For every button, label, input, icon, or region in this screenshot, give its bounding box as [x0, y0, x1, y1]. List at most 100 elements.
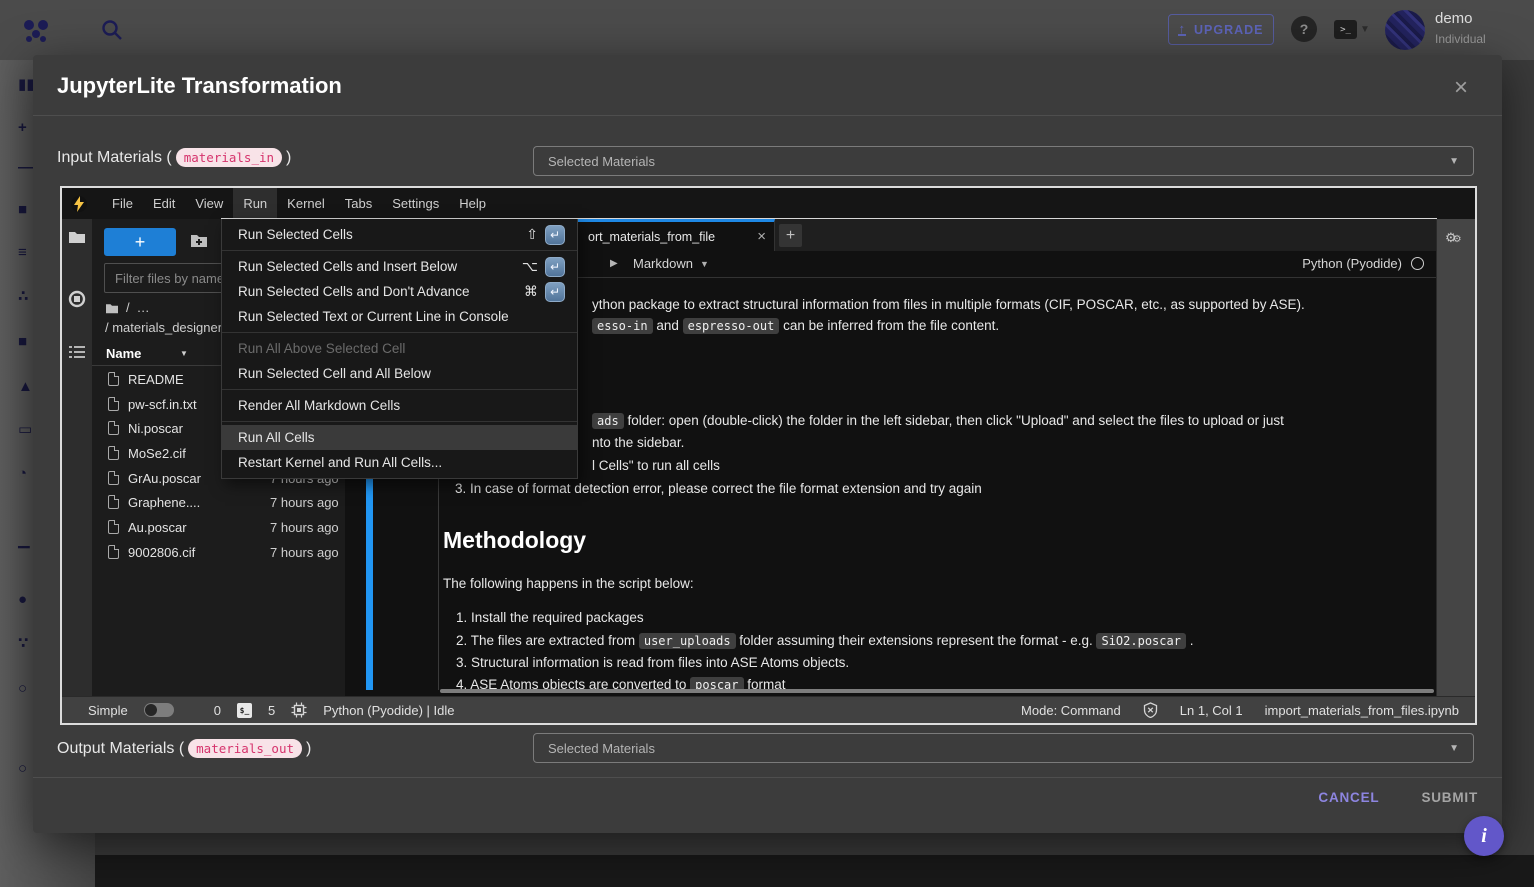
- kernel-status-icon: [1411, 257, 1424, 270]
- terminal-icon: >_: [1334, 20, 1357, 39]
- table-of-contents-icon[interactable]: [68, 343, 86, 361]
- menu-item-run-selected-cells[interactable]: Run Selected Cells ⇧↵: [222, 222, 577, 247]
- menu-edit[interactable]: Edit: [143, 188, 185, 219]
- menu-tabs[interactable]: Tabs: [335, 188, 382, 219]
- md-text: ads folder: open (double-click) the fold…: [592, 411, 1284, 431]
- file-row[interactable]: Graphene....7 hours ago: [92, 490, 345, 514]
- upload-icon: ↑: [1178, 23, 1186, 36]
- jupyter-activity-bar: [62, 219, 92, 696]
- menu-item-restart-and-run-all[interactable]: Restart Kernel and Run All Cells...: [222, 450, 577, 475]
- enter-key-icon: ↵: [545, 225, 565, 245]
- shift-icon: ⇧: [526, 226, 538, 243]
- menu-settings[interactable]: Settings: [382, 188, 449, 219]
- paren: ): [306, 740, 311, 758]
- paren: ): [286, 149, 291, 167]
- breadcrumb-root[interactable]: /: [126, 300, 130, 315]
- property-inspector-icon[interactable]: ⚙⚙: [1445, 229, 1462, 247]
- new-launcher-button[interactable]: +: [104, 228, 176, 256]
- inline-code: espresso-out: [683, 318, 780, 334]
- cursor-position[interactable]: Ln 1, Col 1: [1180, 703, 1243, 718]
- inline-code: user_uploads: [639, 633, 736, 649]
- file-icon: [108, 421, 119, 435]
- breadcrumb-ellipsis[interactable]: …: [137, 300, 150, 315]
- terminal-count[interactable]: 5: [268, 703, 275, 718]
- materials-in-chip: materials_in: [176, 148, 282, 167]
- avatar[interactable]: [1385, 10, 1425, 50]
- menu-separator: [222, 421, 577, 422]
- breadcrumb[interactable]: / …: [105, 300, 150, 315]
- md-text: The following happens in the script belo…: [443, 574, 694, 594]
- inline-code: ads: [592, 413, 624, 429]
- cancel-button[interactable]: CANCEL: [1318, 790, 1379, 805]
- md-list-item: 3. In case of format detection error, pl…: [455, 479, 982, 499]
- cell-type-dropdown[interactable]: Markdown ▼: [633, 256, 709, 271]
- folder-icon: [105, 302, 119, 314]
- select-placeholder: Selected Materials: [548, 154, 655, 169]
- file-icon: [108, 397, 119, 411]
- md-list-item: 1. Install the required packages: [456, 608, 644, 628]
- file-icon: [108, 471, 119, 485]
- inline-code: SiO2.poscar: [1096, 633, 1185, 649]
- md-text: l Cells" to run all cells: [592, 456, 720, 476]
- caret-down-icon: ▼: [1449, 156, 1459, 167]
- mode-indicator: Mode: Command: [1021, 703, 1121, 718]
- md-list-item: 3. Structural information is read from f…: [456, 653, 849, 673]
- right-sidebar: ⚙⚙: [1436, 219, 1475, 696]
- search-icon[interactable]: [100, 18, 124, 42]
- info-fab-button[interactable]: i: [1464, 816, 1504, 856]
- new-tab-button[interactable]: +: [779, 224, 802, 247]
- jupyterlite-transformation-dialog: JupyterLite Transformation × Input Mater…: [33, 55, 1502, 833]
- close-icon[interactable]: ×: [1454, 77, 1468, 99]
- kernel-indicator[interactable]: Python (Pyodide): [1302, 256, 1424, 271]
- kernel-status-text[interactable]: Python (Pyodide) | Idle: [323, 703, 454, 718]
- terminal-count-icon: $_: [237, 703, 252, 718]
- materials-out-chip: materials_out: [188, 739, 302, 758]
- menu-file[interactable]: File: [102, 188, 143, 219]
- menu-item-run-text-in-console[interactable]: Run Selected Text or Current Line in Con…: [222, 304, 577, 329]
- output-materials-label: Output Materials ( materials_out ): [57, 739, 311, 758]
- output-materials-select[interactable]: Selected Materials ▼: [533, 733, 1474, 763]
- help-icon[interactable]: ?: [1291, 16, 1317, 42]
- new-folder-icon[interactable]: [190, 232, 208, 248]
- select-placeholder: Selected Materials: [548, 741, 655, 756]
- file-row[interactable]: Au.poscar7 hours ago: [92, 515, 345, 539]
- file-browser-icon[interactable]: [68, 228, 86, 246]
- active-cell-collapser[interactable]: [366, 478, 373, 690]
- user-plan: Individual: [1435, 32, 1486, 46]
- md-text: esso-in and espresso-out can be inferred…: [592, 316, 999, 336]
- notebook-tab[interactable]: ort_materials_from_file ×: [578, 219, 775, 251]
- file-icon: [108, 446, 119, 460]
- dialog-actions: CANCEL SUBMIT: [33, 790, 1478, 805]
- trust-shield-icon[interactable]: [1143, 702, 1158, 718]
- running-kernels-icon[interactable]: [68, 290, 86, 308]
- console-menu-button[interactable]: >_ ▼: [1334, 20, 1370, 39]
- menu-view[interactable]: View: [185, 188, 233, 219]
- run-icon[interactable]: ▶: [610, 258, 618, 269]
- screen: ↑ UPGRADE ? >_ ▼ demo Individual ▮▮ + — …: [0, 0, 1534, 887]
- file-icon: [108, 372, 119, 386]
- app-topbar: ↑ UPGRADE ? >_ ▼ demo Individual: [0, 0, 1534, 60]
- input-materials-select[interactable]: Selected Materials ▼: [533, 146, 1474, 176]
- tab-close-icon[interactable]: ×: [757, 228, 766, 245]
- sort-caret-icon: ▼: [180, 349, 188, 358]
- menu-item-run-insert-below[interactable]: Run Selected Cells and Insert Below ⌥↵: [222, 254, 577, 279]
- brand-logo-icon[interactable]: [20, 14, 52, 46]
- menu-run[interactable]: Run: [233, 188, 277, 219]
- tab-title: ort_materials_from_file: [588, 230, 715, 244]
- menu-help[interactable]: Help: [449, 188, 496, 219]
- menu-item-render-all-markdown[interactable]: Render All Markdown Cells: [222, 393, 577, 418]
- kernel-count[interactable]: 0: [214, 703, 221, 718]
- menu-kernel[interactable]: Kernel: [277, 188, 335, 219]
- simple-mode-toggle[interactable]: [144, 703, 174, 717]
- menu-item-run-dont-advance[interactable]: Run Selected Cells and Don't Advance ⌘↵: [222, 279, 577, 304]
- submit-button[interactable]: SUBMIT: [1421, 790, 1478, 805]
- menu-item-run-cell-and-below[interactable]: Run Selected Cell and All Below: [222, 361, 577, 386]
- file-row[interactable]: 9002806.cif7 hours ago: [92, 540, 345, 564]
- horizontal-scrollbar[interactable]: [440, 689, 1434, 693]
- cell-type-value: Markdown: [633, 256, 693, 271]
- upgrade-button[interactable]: ↑ UPGRADE: [1168, 14, 1274, 45]
- run-dropdown-menu: Run Selected Cells ⇧↵ Run Selected Cells…: [221, 219, 578, 479]
- file-icon: [108, 520, 119, 534]
- menu-item-run-all-cells[interactable]: Run All Cells: [222, 425, 577, 450]
- name-column-header[interactable]: Name: [106, 346, 141, 361]
